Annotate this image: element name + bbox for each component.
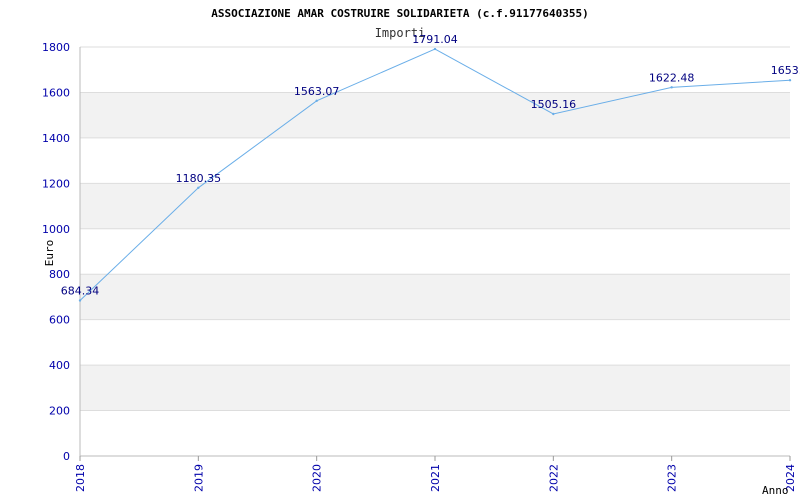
y-tick-label: 200	[49, 405, 70, 418]
x-tick-label: 2018	[74, 464, 87, 492]
data-labels: 684.34 1180.35 1563.07 1791.04 1505.16 1622.4…	[61, 33, 800, 297]
band	[80, 274, 790, 320]
data-label: 1180.35	[176, 172, 222, 185]
x-tick-label: 2021	[429, 464, 442, 492]
data-point	[788, 78, 792, 82]
data-point	[433, 47, 437, 51]
y-tick-label: 1400	[42, 132, 70, 145]
y-axis-label: Euro	[43, 240, 56, 267]
band	[80, 92, 790, 138]
data-point	[197, 186, 200, 189]
data-point	[670, 86, 673, 89]
y-tick-label: 1800	[42, 41, 70, 54]
x-axis-label: Anno	[762, 484, 789, 497]
data-label: 684.34	[61, 285, 100, 298]
x-tick-label: 2020	[311, 464, 324, 492]
data-label: 1622.48	[649, 71, 695, 84]
x-tick-label: 2022	[547, 464, 560, 492]
y-tick-label: 1000	[42, 223, 70, 236]
data-label: 1791.04	[412, 33, 458, 46]
y-tick-label: 0	[63, 450, 70, 463]
line-chart: ASSOCIAZIONE AMAR COSTRUIRE SOLIDARIETA …	[42, 7, 800, 497]
x-tick-label: 2023	[666, 464, 679, 492]
band	[80, 183, 790, 229]
data-point	[78, 299, 82, 302]
y-tick-label: 400	[49, 359, 70, 372]
y-tick-label: 1200	[42, 177, 70, 190]
band	[80, 365, 790, 411]
x-tick-labels: 2018 2019 2020 2021 2022 2023 2024	[74, 464, 797, 492]
y-tick-label: 800	[49, 268, 70, 281]
data-label: 1653.9	[771, 64, 800, 77]
plot-background-bands	[80, 92, 790, 411]
y-tick-label: 1600	[42, 86, 70, 99]
x-tick-label: 2019	[192, 464, 205, 492]
chart-title: ASSOCIAZIONE AMAR COSTRUIRE SOLIDARIETA …	[211, 7, 589, 20]
y-tick-label: 600	[49, 314, 70, 327]
data-point	[315, 99, 318, 103]
data-label: 1563.07	[294, 85, 340, 98]
data-point	[552, 112, 555, 116]
data-label: 1505.16	[531, 98, 577, 111]
